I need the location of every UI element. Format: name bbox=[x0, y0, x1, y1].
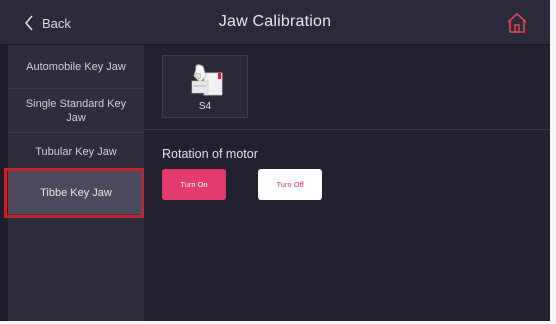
sidebar-item-automobile-key-jaw[interactable]: Automobile Key Jaw bbox=[8, 45, 144, 89]
sidebar-item-label: Automobile Key Jaw bbox=[26, 60, 126, 73]
turn-on-label: Turn On bbox=[180, 180, 208, 189]
rotation-label: Rotation of motor bbox=[162, 147, 258, 161]
turn-off-label: Turn Off bbox=[276, 180, 304, 189]
sidebar-item-label: Tibbe Key Jaw bbox=[40, 186, 112, 199]
home-icon[interactable] bbox=[505, 11, 529, 35]
sidebar-item-label: Single Standard Key Jaw bbox=[25, 97, 127, 124]
jaw-card-label: S4 bbox=[198, 101, 212, 112]
jaw-clamp-icon bbox=[191, 64, 223, 96]
page-title: Jaw Calibration bbox=[218, 13, 332, 30]
sidebar-item-label: Tubular Key Jaw bbox=[35, 145, 117, 158]
sidebar-item-tubular-key-jaw[interactable]: Tubular Key Jaw bbox=[8, 133, 144, 171]
turn-on-button[interactable]: Turn On bbox=[162, 169, 226, 200]
sidebar: Automobile Key Jaw Single Standard Key J… bbox=[8, 45, 144, 321]
header-bar: Back Jaw Calibration bbox=[0, 0, 550, 45]
sidebar-item-single-standard-key-jaw[interactable]: Single Standard Key Jaw bbox=[8, 89, 144, 133]
app-screen: Back Jaw Calibration Automobile Key Jaw … bbox=[0, 0, 556, 324]
section-divider bbox=[144, 129, 550, 130]
turn-off-button[interactable]: Turn Off bbox=[258, 169, 322, 200]
jaw-card-s4[interactable]: S4 bbox=[162, 55, 248, 118]
sidebar-item-tibbe-key-jaw[interactable]: Tibbe Key Jaw bbox=[8, 171, 144, 215]
main-panel: S4 Rotation of motor Turn On Turn Off bbox=[144, 45, 550, 321]
screen-bezel-right bbox=[550, 0, 556, 324]
